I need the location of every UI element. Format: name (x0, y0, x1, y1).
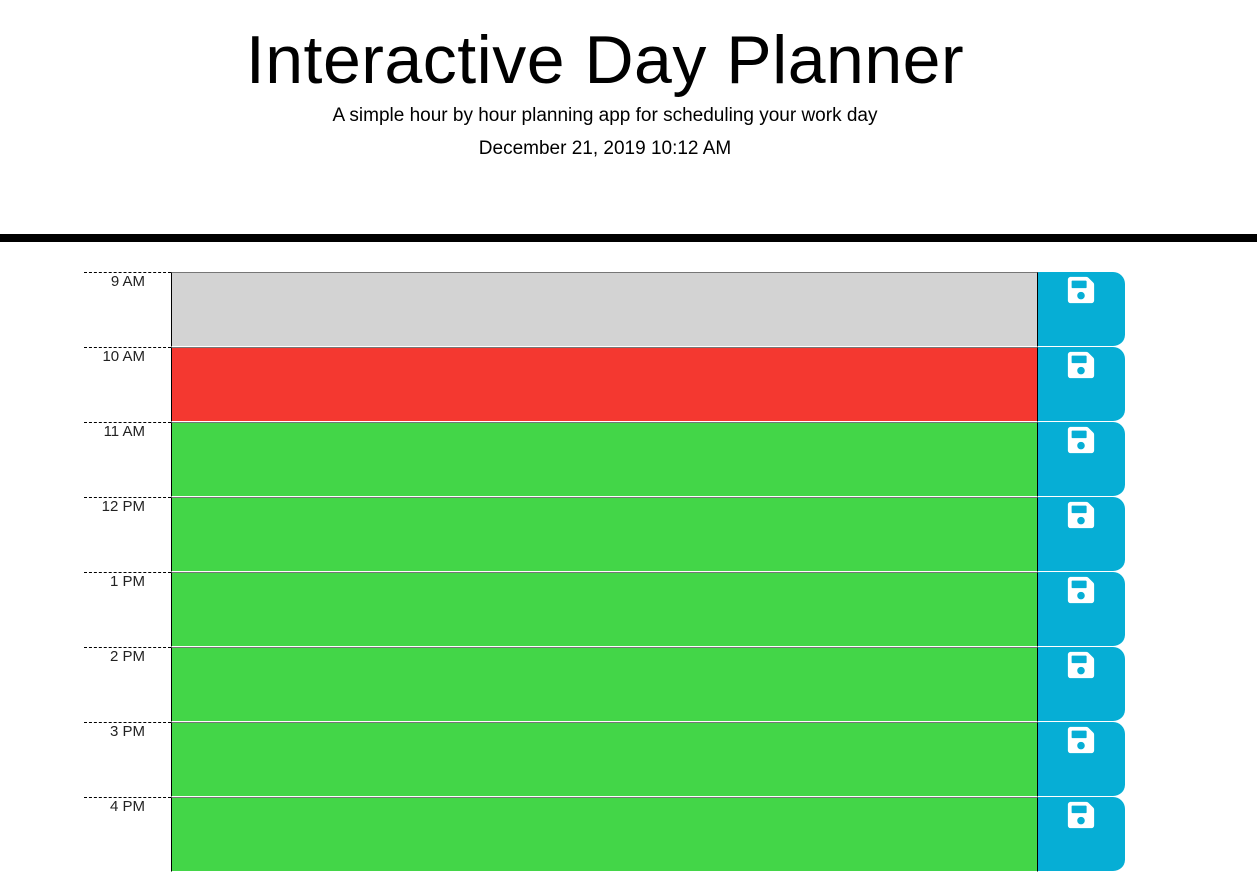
hour-label: 2 PM (84, 647, 171, 722)
hour-label: 1 PM (84, 572, 171, 647)
time-block-row: 2 PM (84, 647, 1125, 722)
save-button[interactable] (1038, 347, 1125, 422)
floppy-disk-icon (1067, 651, 1094, 679)
hour-label: 10 AM (84, 347, 171, 422)
header: Interactive Day Planner A simple hour by… (0, 0, 1257, 242)
floppy-disk-icon (1067, 726, 1094, 754)
event-description-input[interactable] (171, 497, 1038, 572)
hour-label: 12 PM (84, 497, 171, 572)
save-button[interactable] (1038, 722, 1125, 797)
event-description-input[interactable] (171, 272, 1038, 347)
floppy-disk-icon (1067, 276, 1094, 304)
floppy-disk-icon (1067, 576, 1094, 604)
hour-label: 4 PM (84, 797, 171, 872)
floppy-disk-icon (1067, 426, 1094, 454)
time-block-row: 12 PM (84, 497, 1125, 572)
event-description-input[interactable] (171, 347, 1038, 422)
floppy-disk-icon (1067, 351, 1094, 379)
time-block-row: 4 PM (84, 797, 1125, 872)
floppy-disk-icon (1067, 801, 1094, 829)
hour-label: 3 PM (84, 722, 171, 797)
save-button[interactable] (1038, 497, 1125, 572)
save-button[interactable] (1038, 797, 1125, 872)
save-button[interactable] (1038, 647, 1125, 722)
event-description-input[interactable] (171, 647, 1038, 722)
event-description-input[interactable] (171, 422, 1038, 497)
time-block-row: 11 AM (84, 422, 1125, 497)
event-description-input[interactable] (171, 572, 1038, 647)
hour-label: 9 AM (84, 272, 171, 347)
time-block-row: 1 PM (84, 572, 1125, 647)
event-description-input[interactable] (171, 722, 1038, 797)
page-subtitle: A simple hour by hour planning app for s… (332, 105, 878, 126)
save-button[interactable] (1038, 422, 1125, 497)
save-button[interactable] (1038, 572, 1125, 647)
current-datetime: December 21, 2019 10:12 AM (478, 138, 732, 159)
floppy-disk-icon (1067, 501, 1094, 529)
time-block-row: 3 PM (84, 722, 1125, 797)
save-button[interactable] (1038, 272, 1125, 347)
hour-label: 11 AM (84, 422, 171, 497)
planner-container: 9 AM 10 AM 11 AM 12 PM 1 PM 2 PM 3 PM 4 … (84, 272, 1125, 872)
time-block-row: 9 AM (84, 272, 1125, 347)
event-description-input[interactable] (171, 797, 1038, 872)
page-title: Interactive Day Planner (245, 22, 965, 98)
time-block-row: 10 AM (84, 347, 1125, 422)
